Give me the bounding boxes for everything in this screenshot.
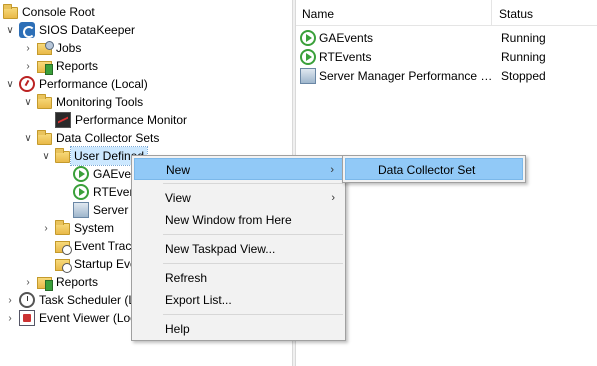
folder-clock-icon	[55, 259, 72, 273]
column-header-status[interactable]: Status	[493, 0, 597, 26]
menu-item-export-list[interactable]: Export List...	[134, 289, 343, 311]
menu-item-label: Refresh	[165, 271, 208, 285]
collapsed-chevron-icon[interactable]: ›	[22, 39, 34, 57]
tree-node-system[interactable]: › System	[40, 219, 114, 237]
context-menu: New › View › New Window from Here New Ta…	[131, 155, 346, 341]
performance-icon	[19, 76, 35, 92]
folder-icon	[37, 130, 52, 145]
menu-item-label: New Window from Here	[165, 213, 292, 227]
folder-icon	[37, 94, 52, 109]
row-status: Stopped	[501, 68, 546, 83]
submenu-arrow-icon: ›	[330, 164, 334, 176]
submenu-arrow-icon: ›	[331, 192, 335, 204]
row-name: Server Manager Performance Monitor	[319, 68, 494, 83]
menu-item-label: View	[165, 191, 191, 205]
folder-icon	[55, 148, 70, 163]
menu-item-label: Data Collector Set	[378, 163, 476, 177]
new-submenu: Data Collector Set	[342, 155, 526, 183]
menu-item-data-collector-set[interactable]: Data Collector Set	[345, 158, 523, 180]
menu-item-refresh[interactable]: Refresh	[134, 267, 343, 289]
tree-node-jobs[interactable]: › Jobs	[22, 39, 81, 57]
event-viewer-icon	[19, 310, 35, 326]
menu-separator	[163, 234, 343, 235]
jobs-folder-icon	[37, 41, 54, 55]
menu-item-new-window[interactable]: New Window from Here	[134, 209, 343, 231]
tree-node-reports-perf[interactable]: › Reports	[22, 273, 98, 291]
row-status: Running	[501, 49, 546, 64]
folder-clock-icon	[55, 241, 72, 255]
collector-running-icon	[300, 29, 316, 46]
list-row[interactable]: GAEvents Running	[296, 28, 597, 47]
expanded-chevron-icon[interactable]: ∨	[4, 21, 16, 39]
performance-monitor-icon	[55, 112, 71, 128]
list-header: Name Status	[296, 0, 597, 26]
menu-item-new[interactable]: New ›	[134, 158, 343, 180]
sios-icon	[19, 22, 35, 38]
list-row[interactable]: RTEvents Running	[296, 47, 597, 66]
menu-item-label: Export List...	[165, 293, 232, 307]
collector-stopped-icon	[300, 67, 316, 84]
tree-node-data-collector-sets[interactable]: ∨ Data Collector Sets	[22, 129, 159, 147]
folder-icon	[55, 220, 70, 235]
collapsed-chevron-icon[interactable]: ›	[4, 291, 16, 309]
collapsed-chevron-icon[interactable]: ›	[22, 273, 34, 291]
menu-item-label: New Taskpad View...	[165, 242, 276, 256]
row-name: GAEvents	[319, 30, 374, 45]
column-header-name[interactable]: Name	[296, 0, 492, 26]
collapsed-chevron-icon[interactable]: ›	[22, 57, 34, 75]
tree-node-performance-monitor[interactable]: Performance Monitor	[40, 111, 187, 129]
collector-stopped-icon	[73, 202, 89, 218]
menu-item-label: Help	[165, 322, 190, 336]
expanded-chevron-icon[interactable]: ∨	[22, 93, 34, 111]
tree-node-performance[interactable]: ∨ Performance (Local)	[4, 75, 148, 93]
row-status: Running	[501, 30, 546, 45]
collector-running-icon	[73, 166, 89, 182]
tree-node-reports-sios[interactable]: › Reports	[22, 57, 98, 75]
collapsed-chevron-icon[interactable]: ›	[40, 219, 52, 237]
collector-running-icon	[73, 184, 89, 200]
menu-item-help[interactable]: Help	[134, 318, 343, 340]
row-name: RTEvents	[319, 49, 372, 64]
tree-node-sios[interactable]: ∨ SIOS DataKeeper	[4, 21, 135, 39]
menu-separator	[163, 314, 343, 315]
menu-separator	[163, 183, 343, 184]
collector-running-icon	[300, 48, 316, 65]
list-row[interactable]: Server Manager Performance Monitor Stopp…	[296, 66, 597, 85]
menu-item-view[interactable]: View ›	[134, 187, 343, 209]
collapsed-chevron-icon[interactable]: ›	[4, 309, 16, 327]
menu-item-new-taskpad[interactable]: New Taskpad View...	[134, 238, 343, 260]
expanded-chevron-icon[interactable]: ∨	[40, 147, 52, 165]
task-scheduler-icon	[19, 292, 35, 308]
menu-item-label: New	[166, 163, 191, 177]
menu-separator	[163, 263, 343, 264]
expanded-chevron-icon[interactable]: ∨	[22, 129, 34, 147]
tree-node-event-viewer[interactable]: › Event Viewer (Local)	[4, 309, 150, 327]
reports-folder-icon	[37, 277, 53, 291]
tree-node-monitoring-tools[interactable]: ∨ Monitoring Tools	[22, 93, 143, 111]
expanded-chevron-icon[interactable]: ∨	[4, 75, 16, 93]
tree-node-console-root[interactable]: Console Root	[0, 3, 95, 21]
folder-icon	[3, 4, 18, 19]
reports-folder-icon	[37, 61, 53, 75]
